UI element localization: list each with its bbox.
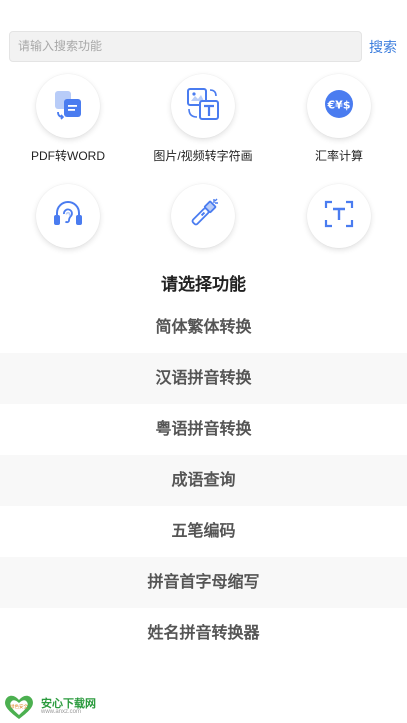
tool-icon-circle [36, 184, 100, 248]
watermark-logo: 绿色安全 安心下载网 www.anxz.com [3, 692, 123, 720]
tool-icon-circle [36, 74, 100, 138]
menu-item-wubi-code[interactable]: 五笔编码 [0, 506, 407, 557]
search-input[interactable]: 请输入搜索功能 [9, 31, 362, 62]
tool-pdf-to-word[interactable]: PDF转WORD [13, 74, 123, 164]
headphones-ear-icon [51, 197, 85, 236]
menu-item-hanyu-pinyin[interactable]: 汉语拼音转换 [0, 353, 407, 404]
tool-label: 汇率计算 [314, 149, 363, 163]
pdf-convert-icon [51, 87, 85, 126]
watermark-url: www.anxz.com [41, 709, 82, 715]
heart-logo-icon: 绿色安全 [3, 694, 35, 720]
menu-item-idiom-lookup[interactable]: 成语查询 [0, 455, 407, 506]
tool-flashlight[interactable] [148, 184, 258, 257]
tool-image-to-text-art[interactable]: 图片/视频转字符画 [148, 74, 258, 164]
svg-text:绿色安全: 绿色安全 [10, 703, 28, 710]
menu-item-simplified-traditional[interactable]: 简体繁体转换 [0, 302, 407, 353]
tool-audio[interactable] [13, 184, 123, 257]
tool-exchange-rate[interactable]: €¥$ 汇率计算 [284, 74, 394, 164]
search-button[interactable]: 搜索 [369, 37, 397, 57]
search-bar: 请输入搜索功能 搜索 [0, 0, 407, 70]
flashlight-icon [185, 196, 221, 237]
tool-label: 图片/视频转字符画 [153, 149, 253, 163]
tool-icon-circle [307, 184, 371, 248]
menu-item-pinyin-initials[interactable]: 拼音首字母缩写 [0, 557, 407, 608]
menu-item-name-pinyin[interactable]: 姓名拼音转换器 [0, 608, 407, 659]
search-placeholder: 请输入搜索功能 [18, 39, 103, 53]
section-title: 请选择功能 [161, 275, 246, 294]
image-text-icon [185, 86, 221, 127]
text-scan-icon [323, 198, 355, 235]
currency-exchange-icon: €¥$ [323, 88, 355, 125]
menu-item-cantonese-pinyin[interactable]: 粤语拼音转换 [0, 404, 407, 455]
tool-icon-circle: €¥$ [307, 74, 371, 138]
svg-text:€¥$: €¥$ [327, 98, 351, 111]
tool-text-scan[interactable] [284, 184, 394, 257]
tool-icon-circle [171, 74, 235, 138]
tool-label: PDF转WORD [31, 149, 105, 163]
function-menu: 简体繁体转换 汉语拼音转换 粤语拼音转换 成语查询 五笔编码 拼音首字母缩写 姓… [0, 302, 407, 659]
tool-icon-circle [171, 184, 235, 248]
